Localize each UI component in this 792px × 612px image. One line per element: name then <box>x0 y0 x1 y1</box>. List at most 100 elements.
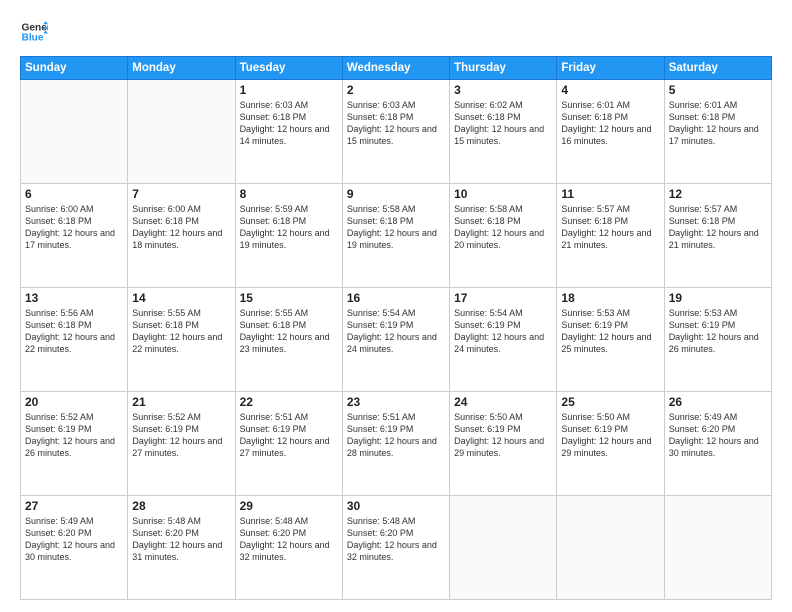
calendar-cell: 2 Sunrise: 6:03 AM Sunset: 6:18 PM Daylig… <box>342 80 449 184</box>
day-number: 14 <box>132 291 230 305</box>
day-info: Sunrise: 5:57 AM Sunset: 6:18 PM Dayligh… <box>561 203 659 252</box>
day-number: 7 <box>132 187 230 201</box>
day-info: Sunrise: 5:53 AM Sunset: 6:19 PM Dayligh… <box>669 307 767 356</box>
calendar-cell: 30 Sunrise: 5:48 AM Sunset: 6:20 PM Dayli… <box>342 496 449 600</box>
day-number: 30 <box>347 499 445 513</box>
calendar-cell: 23 Sunrise: 5:51 AM Sunset: 6:19 PM Dayli… <box>342 392 449 496</box>
calendar-cell: 15 Sunrise: 5:55 AM Sunset: 6:18 PM Dayli… <box>235 288 342 392</box>
calendar-cell: 10 Sunrise: 5:58 AM Sunset: 6:18 PM Dayli… <box>450 184 557 288</box>
day-header-friday: Friday <box>557 57 664 80</box>
day-info: Sunrise: 6:00 AM Sunset: 6:18 PM Dayligh… <box>132 203 230 252</box>
day-info: Sunrise: 6:01 AM Sunset: 6:18 PM Dayligh… <box>561 99 659 148</box>
day-info: Sunrise: 6:00 AM Sunset: 6:18 PM Dayligh… <box>25 203 123 252</box>
day-info: Sunrise: 5:48 AM Sunset: 6:20 PM Dayligh… <box>347 515 445 564</box>
day-info: Sunrise: 5:59 AM Sunset: 6:18 PM Dayligh… <box>240 203 338 252</box>
calendar-cell: 3Sunrise: 6:02 AM Sunset: 6:18 PM Daylig… <box>450 80 557 184</box>
day-number: 6 <box>25 187 123 201</box>
calendar-cell: 14 Sunrise: 5:55 AM Sunset: 6:18 PM Dayli… <box>128 288 235 392</box>
day-info: Sunrise: 5:50 AM Sunset: 6:19 PM Dayligh… <box>561 411 659 460</box>
day-info: Sunrise: 5:48 AM Sunset: 6:20 PM Dayligh… <box>240 515 338 564</box>
calendar-cell: 22 Sunrise: 5:51 AM Sunset: 6:19 PM Dayli… <box>235 392 342 496</box>
page: General Blue SundayMondayTuesdayWednesda… <box>0 0 792 612</box>
calendar-cell: 4Sunrise: 6:01 AM Sunset: 6:18 PM Daylig… <box>557 80 664 184</box>
day-number: 10 <box>454 187 552 201</box>
calendar-cell: 9Sunrise: 5:58 AM Sunset: 6:18 PM Daylig… <box>342 184 449 288</box>
calendar-cell <box>664 496 771 600</box>
day-info: Sunrise: 6:03 AM Sunset: 6:18 PM Dayligh… <box>240 99 338 148</box>
day-header-tuesday: Tuesday <box>235 57 342 80</box>
day-number: 16 <box>347 291 445 305</box>
day-info: Sunrise: 5:57 AM Sunset: 6:18 PM Dayligh… <box>669 203 767 252</box>
day-number: 23 <box>347 395 445 409</box>
day-info: Sunrise: 5:56 AM Sunset: 6:18 PM Dayligh… <box>25 307 123 356</box>
calendar-cell: 13 Sunrise: 5:56 AM Sunset: 6:18 PM Dayli… <box>21 288 128 392</box>
day-info: Sunrise: 5:54 AM Sunset: 6:19 PM Dayligh… <box>454 307 552 356</box>
day-number: 8 <box>240 187 338 201</box>
day-number: 27 <box>25 499 123 513</box>
day-number: 2 <box>347 83 445 97</box>
day-number: 5 <box>669 83 767 97</box>
day-number: 24 <box>454 395 552 409</box>
calendar-cell: 24 Sunrise: 5:50 AM Sunset: 6:19 PM Dayli… <box>450 392 557 496</box>
day-number: 11 <box>561 187 659 201</box>
day-number: 13 <box>25 291 123 305</box>
day-info: Sunrise: 5:51 AM Sunset: 6:19 PM Dayligh… <box>240 411 338 460</box>
calendar-cell: 27Sunrise: 5:49 AM Sunset: 6:20 PM Dayli… <box>21 496 128 600</box>
day-number: 1 <box>240 83 338 97</box>
calendar-cell: 19 Sunrise: 5:53 AM Sunset: 6:19 PM Dayli… <box>664 288 771 392</box>
calendar-cell: 28 Sunrise: 5:48 AM Sunset: 6:20 PM Dayli… <box>128 496 235 600</box>
day-number: 17 <box>454 291 552 305</box>
header: General Blue <box>20 18 772 46</box>
day-info: Sunrise: 5:50 AM Sunset: 6:19 PM Dayligh… <box>454 411 552 460</box>
day-info: Sunrise: 5:55 AM Sunset: 6:18 PM Dayligh… <box>132 307 230 356</box>
logo-icon: General Blue <box>20 18 48 46</box>
day-info: Sunrise: 6:03 AM Sunset: 6:18 PM Dayligh… <box>347 99 445 148</box>
day-info: Sunrise: 5:55 AM Sunset: 6:18 PM Dayligh… <box>240 307 338 356</box>
day-header-saturday: Saturday <box>664 57 771 80</box>
calendar-header-row: SundayMondayTuesdayWednesdayThursdayFrid… <box>21 57 772 80</box>
calendar-cell: 20Sunrise: 5:52 AM Sunset: 6:19 PM Dayli… <box>21 392 128 496</box>
day-number: 19 <box>669 291 767 305</box>
calendar-cell: 1 Sunrise: 6:03 AM Sunset: 6:18 PM Daylig… <box>235 80 342 184</box>
calendar-cell: 18Sunrise: 5:53 AM Sunset: 6:19 PM Dayli… <box>557 288 664 392</box>
calendar-cell: 17 Sunrise: 5:54 AM Sunset: 6:19 PM Dayli… <box>450 288 557 392</box>
day-header-thursday: Thursday <box>450 57 557 80</box>
day-info: Sunrise: 5:48 AM Sunset: 6:20 PM Dayligh… <box>132 515 230 564</box>
day-info: Sunrise: 5:51 AM Sunset: 6:19 PM Dayligh… <box>347 411 445 460</box>
day-info: Sunrise: 5:53 AM Sunset: 6:19 PM Dayligh… <box>561 307 659 356</box>
day-number: 21 <box>132 395 230 409</box>
calendar-cell <box>21 80 128 184</box>
day-number: 25 <box>561 395 659 409</box>
day-number: 26 <box>669 395 767 409</box>
calendar-cell: 6 Sunrise: 6:00 AM Sunset: 6:18 PM Daylig… <box>21 184 128 288</box>
day-info: Sunrise: 5:52 AM Sunset: 6:19 PM Dayligh… <box>25 411 123 460</box>
day-number: 15 <box>240 291 338 305</box>
week-row-2: 6 Sunrise: 6:00 AM Sunset: 6:18 PM Daylig… <box>21 184 772 288</box>
day-info: Sunrise: 5:52 AM Sunset: 6:19 PM Dayligh… <box>132 411 230 460</box>
calendar-cell: 29 Sunrise: 5:48 AM Sunset: 6:20 PM Dayli… <box>235 496 342 600</box>
week-row-4: 20Sunrise: 5:52 AM Sunset: 6:19 PM Dayli… <box>21 392 772 496</box>
day-info: Sunrise: 6:01 AM Sunset: 6:18 PM Dayligh… <box>669 99 767 148</box>
calendar-table: SundayMondayTuesdayWednesdayThursdayFrid… <box>20 56 772 600</box>
calendar-cell: 26 Sunrise: 5:49 AM Sunset: 6:20 PM Dayli… <box>664 392 771 496</box>
calendar-body: 1 Sunrise: 6:03 AM Sunset: 6:18 PM Daylig… <box>21 80 772 600</box>
day-info: Sunrise: 5:58 AM Sunset: 6:18 PM Dayligh… <box>454 203 552 252</box>
calendar-cell <box>450 496 557 600</box>
day-info: Sunrise: 5:54 AM Sunset: 6:19 PM Dayligh… <box>347 307 445 356</box>
day-info: Sunrise: 5:49 AM Sunset: 6:20 PM Dayligh… <box>669 411 767 460</box>
day-info: Sunrise: 5:58 AM Sunset: 6:18 PM Dayligh… <box>347 203 445 252</box>
day-number: 28 <box>132 499 230 513</box>
calendar-cell: 11 Sunrise: 5:57 AM Sunset: 6:18 PM Dayli… <box>557 184 664 288</box>
week-row-5: 27Sunrise: 5:49 AM Sunset: 6:20 PM Dayli… <box>21 496 772 600</box>
day-number: 12 <box>669 187 767 201</box>
calendar-cell: 7 Sunrise: 6:00 AM Sunset: 6:18 PM Daylig… <box>128 184 235 288</box>
calendar-cell: 8 Sunrise: 5:59 AM Sunset: 6:18 PM Daylig… <box>235 184 342 288</box>
day-info: Sunrise: 6:02 AM Sunset: 6:18 PM Dayligh… <box>454 99 552 148</box>
calendar-cell: 25 Sunrise: 5:50 AM Sunset: 6:19 PM Dayli… <box>557 392 664 496</box>
day-number: 29 <box>240 499 338 513</box>
day-header-monday: Monday <box>128 57 235 80</box>
calendar-cell: 12 Sunrise: 5:57 AM Sunset: 6:18 PM Dayli… <box>664 184 771 288</box>
day-header-sunday: Sunday <box>21 57 128 80</box>
day-number: 22 <box>240 395 338 409</box>
week-row-3: 13 Sunrise: 5:56 AM Sunset: 6:18 PM Dayli… <box>21 288 772 392</box>
